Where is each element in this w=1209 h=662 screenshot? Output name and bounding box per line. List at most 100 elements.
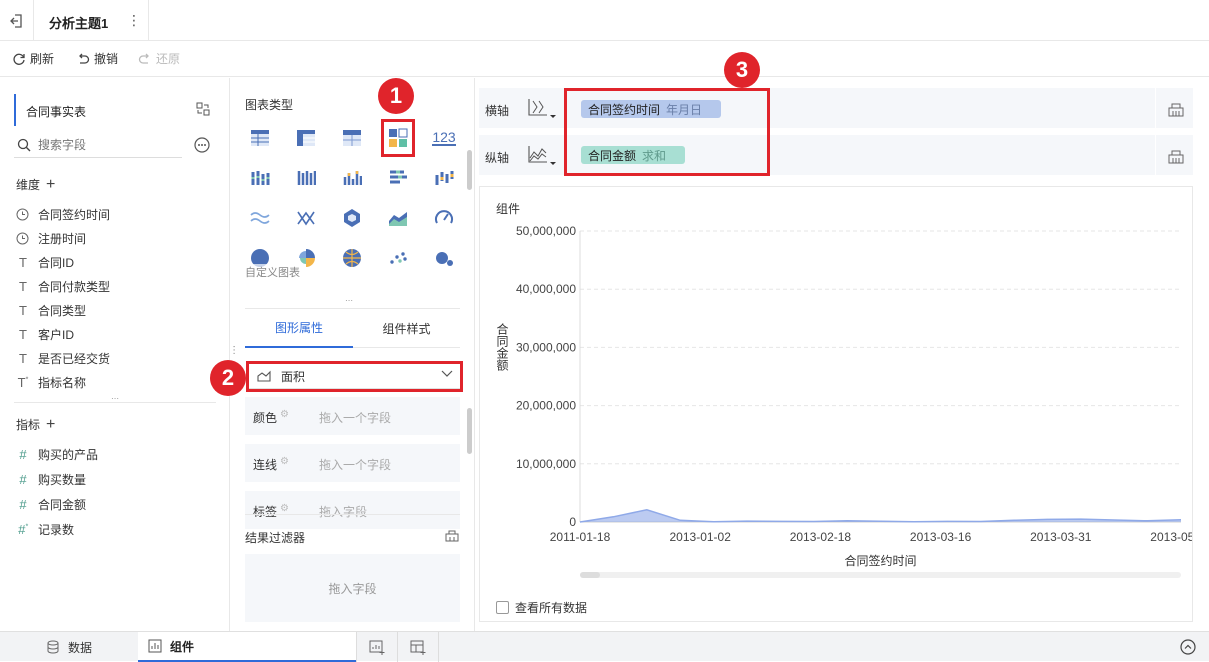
grouped-column-icon[interactable]	[246, 164, 274, 192]
detail-table-icon[interactable]	[338, 124, 366, 152]
panel-resize-handle[interactable]: ⋯	[228, 345, 239, 355]
add-measure-icon[interactable]: +	[46, 416, 55, 432]
bubble-icon[interactable]	[430, 244, 458, 272]
scatter-icon[interactable]	[384, 244, 412, 272]
field-panel: 合同事实表 维度 + 合同签约时间注册时间 T合同ID T合同付款类型 T合同类型 T客…	[0, 78, 230, 631]
refresh-button[interactable]: 刷新	[12, 50, 54, 67]
result-filter-dropzone[interactable]: 拖入字段	[245, 554, 460, 622]
tab-label: 组件样式	[382, 321, 431, 336]
hash-icon: #	[19, 446, 27, 462]
y-axis-label: 纵轴	[485, 151, 510, 165]
property-dropzone[interactable]: 标签 ⚙ 拖入字段	[245, 491, 460, 529]
top-bar: 分析主题1 ⋮	[0, 0, 1209, 41]
annotation-badge-1: 1	[378, 78, 414, 114]
bar-icon[interactable]	[384, 164, 412, 192]
cross-line-icon[interactable]	[292, 204, 320, 232]
chart-type-scrollbar[interactable]	[467, 150, 472, 190]
field-item[interactable]: # 合同金额	[16, 494, 86, 514]
chart-type-label: 图表类型	[245, 98, 294, 112]
column-icon[interactable]	[338, 164, 366, 192]
crosstab-icon[interactable]	[292, 124, 320, 152]
chart-card-title: 组件	[496, 202, 521, 216]
analysis-tab-title[interactable]: 分析主题1	[49, 13, 108, 32]
field-item[interactable]: T 合同类型	[16, 300, 86, 320]
y-axis-settings-icon[interactable]	[1168, 148, 1184, 164]
refresh-label: 刷新	[30, 52, 55, 66]
hash-star-icon: #*	[18, 521, 28, 537]
field-item[interactable]: # 购买的产品	[16, 444, 98, 464]
undo-button[interactable]: 撤销	[76, 50, 118, 67]
gear-icon[interactable]: ⚙	[280, 456, 289, 467]
y-axis-type-icon[interactable]	[527, 144, 557, 166]
tab-graphic-properties[interactable]: 图形属性	[245, 309, 353, 348]
filter-settings-icon[interactable]	[445, 528, 459, 542]
table-selector[interactable]: 合同事实表	[14, 94, 216, 126]
show-all-label: 查看所有数据	[515, 601, 588, 615]
chart-horizontal-scrollbar[interactable]	[580, 572, 1181, 578]
field-item[interactable]: 合同签约时间	[16, 204, 110, 224]
dimension-header: 维度 +	[16, 176, 55, 193]
tab-data-label: 数据	[67, 640, 92, 655]
area-chart-icon[interactable]	[384, 204, 412, 232]
property-label: 颜色	[253, 411, 278, 425]
search-input[interactable]	[38, 136, 178, 154]
field-label: 合同签约时间	[38, 207, 111, 222]
y-tick-label: 30,000,000	[516, 340, 576, 354]
scrollbar-thumb[interactable]	[580, 572, 600, 578]
divider	[1155, 88, 1156, 128]
number-icon[interactable]: 123	[430, 124, 458, 152]
gauge-icon[interactable]	[430, 204, 458, 232]
search-icon	[17, 138, 31, 152]
tab-component-style[interactable]: 组件样式	[353, 309, 460, 348]
stacked-column-icon[interactable]	[292, 164, 320, 192]
tab-component-label: 组件	[170, 639, 195, 654]
y-tick-label: 20,000,000	[516, 399, 576, 413]
add-dashboard-icon[interactable]	[410, 640, 426, 655]
show-all-checkbox[interactable]	[496, 601, 509, 614]
field-label: 指标名称	[38, 375, 87, 390]
x-axis-type-icon[interactable]	[527, 97, 557, 119]
chevron-up-circle-icon[interactable]	[1180, 639, 1196, 655]
show-all-data-option[interactable]: 查看所有数据	[496, 599, 587, 616]
field-item[interactable]: T* 指标名称	[16, 372, 86, 392]
annotation-box-chart-type	[381, 119, 415, 157]
area-series-fill	[580, 509, 1181, 522]
table-icon[interactable]	[246, 124, 274, 152]
line-icon[interactable]	[246, 204, 274, 232]
annotation-badge-2: 2	[210, 360, 246, 396]
hash-icon: #	[19, 471, 27, 487]
field-item[interactable]: T 合同付款类型	[16, 276, 110, 296]
exit-icon[interactable]	[8, 12, 26, 30]
props-scrollbar[interactable]	[467, 408, 472, 454]
vertical-dots-icon[interactable]: ⋮	[127, 12, 141, 29]
field-item[interactable]: T 是否已经交货	[16, 348, 110, 368]
radar-icon[interactable]	[338, 204, 366, 232]
more-options-icon[interactable]	[194, 137, 210, 153]
add-chart-icon[interactable]	[369, 640, 385, 655]
tab-label: 图形属性	[274, 321, 323, 335]
tab-data[interactable]: 数据	[0, 632, 138, 662]
property-dropzone[interactable]: 连线 ⚙ 拖入一个字段	[245, 444, 460, 482]
range-column-icon[interactable]	[430, 164, 458, 192]
tab-component[interactable]: 组件	[138, 632, 356, 662]
redo-button[interactable]: 还原	[138, 50, 180, 67]
search-field-box[interactable]	[14, 134, 182, 158]
add-dimension-icon[interactable]: +	[46, 176, 55, 192]
field-item[interactable]: T 客户ID	[16, 324, 74, 344]
x-axis-settings-icon[interactable]	[1168, 101, 1184, 117]
property-dropzone[interactable]: 颜色 ⚙ 拖入一个字段	[245, 397, 460, 435]
gear-icon[interactable]: ⚙	[280, 409, 289, 420]
field-label: 是否已经交货	[38, 351, 111, 366]
resize-handle[interactable]: ⋯	[345, 296, 353, 305]
field-item[interactable]: # 购买数量	[16, 469, 86, 489]
field-item[interactable]: 注册时间	[16, 228, 86, 248]
area-chart[interactable]: 50,000,000 40,000,000 30,000,000 20,000,000…	[480, 217, 1192, 577]
x-tick-label: 2013-03-31	[1030, 530, 1092, 544]
measure-header: 指标 +	[16, 416, 55, 433]
globe-icon[interactable]	[338, 244, 366, 272]
switch-table-icon[interactable]	[196, 102, 210, 116]
field-item[interactable]: T 合同ID	[16, 252, 74, 272]
field-item[interactable]: #* 记录数	[16, 519, 74, 539]
gear-icon[interactable]: ⚙	[280, 503, 289, 514]
table-name: 合同事实表	[26, 105, 87, 119]
